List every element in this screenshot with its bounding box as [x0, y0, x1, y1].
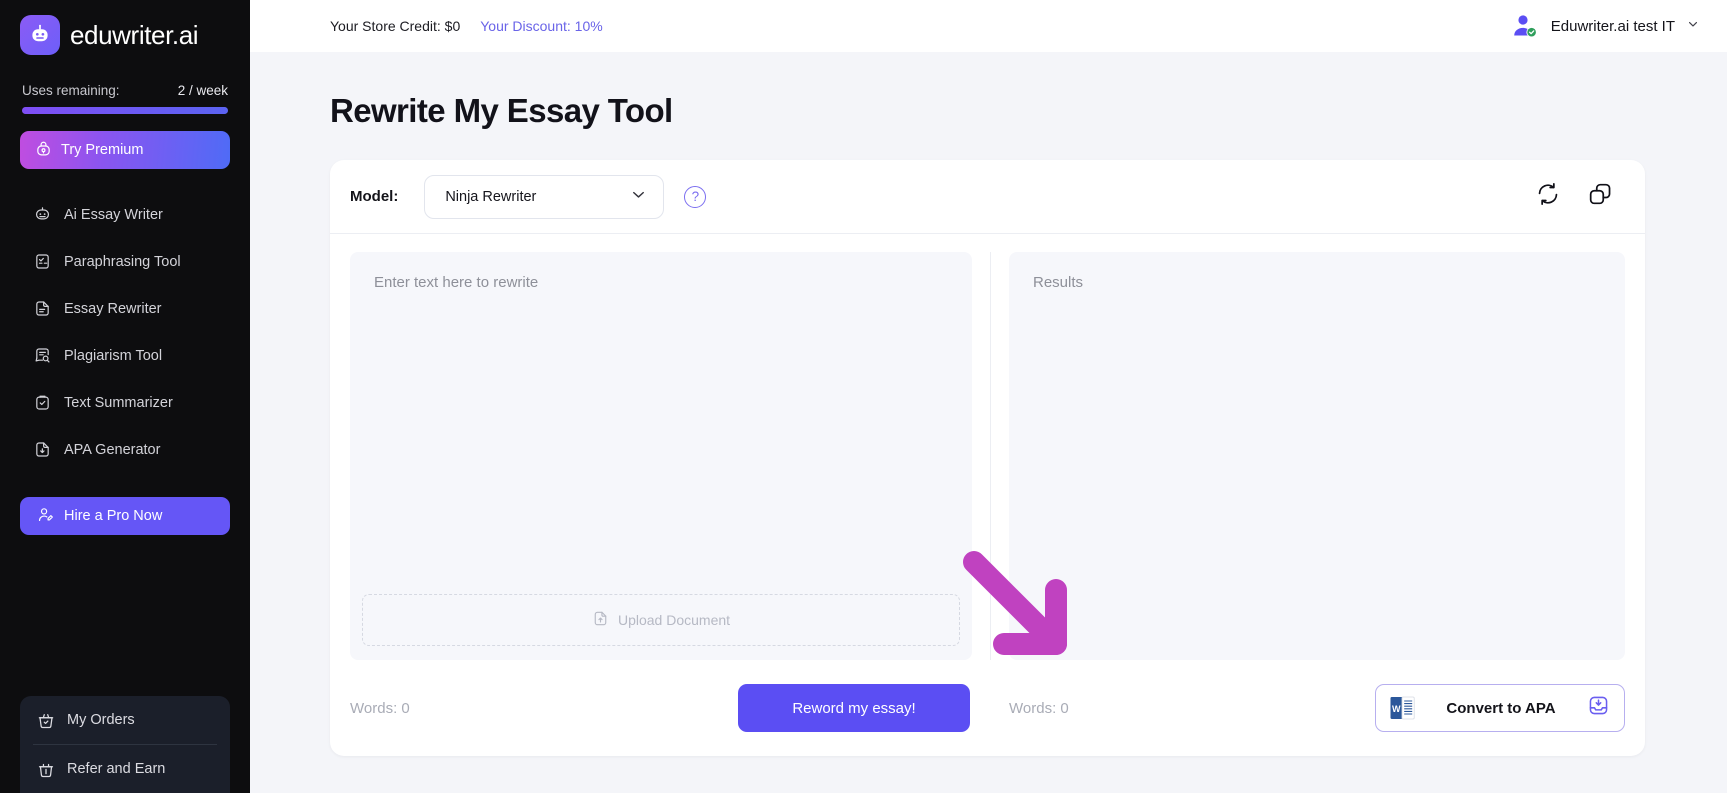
sidebar-item-label: My Orders — [67, 712, 135, 728]
uses-value: 2 / week — [177, 83, 228, 98]
uses-progress-bar — [22, 107, 228, 114]
hire-a-pro-button[interactable]: Hire a Pro Now — [20, 497, 230, 535]
document-lines-icon — [34, 300, 51, 317]
hire-a-pro-label: Hire a Pro Now — [64, 508, 163, 524]
sidebar-item-label: Text Summarizer — [64, 394, 173, 411]
rewrite-input-placeholder: Enter text here to rewrite — [374, 274, 539, 291]
chevron-down-icon — [630, 186, 647, 207]
try-premium-label: Try Premium — [61, 142, 144, 158]
input-pane: Enter text here to rewrite Upload Docume… — [350, 252, 972, 660]
upload-document-label: Upload Document — [617, 612, 731, 628]
results-pane: Results — [1009, 252, 1625, 660]
brand[interactable]: eduwriter.ai — [0, 0, 250, 55]
credit-group: Your Store Credit: $0 Your Discount: 10% — [330, 18, 603, 34]
document-download-icon — [34, 441, 51, 458]
file-upload-icon — [592, 610, 609, 630]
robot-icon — [34, 206, 51, 223]
tool-card-actions — [1535, 181, 1613, 212]
input-word-count: Words: 0 — [350, 699, 410, 717]
sidebar-item-apa-generator[interactable]: APA Generator — [0, 426, 250, 473]
download-box-icon — [1587, 694, 1610, 722]
sidebar-bottom-group: My Orders Refer and Earn — [20, 696, 230, 793]
results-output[interactable]: Results — [1009, 252, 1625, 660]
sidebar-nav: Ai Essay Writer Paraphrasing Tool Essay … — [0, 191, 250, 473]
topbar: Your Store Credit: $0 Your Discount: 10%… — [250, 0, 1727, 52]
copy-icon[interactable] — [1587, 181, 1613, 212]
svg-text:W: W — [1392, 704, 1401, 714]
brand-name: eduwriter.ai — [70, 19, 199, 50]
results-placeholder: Results — [1033, 274, 1084, 291]
sidebar-item-label: Refer and Earn — [67, 761, 166, 777]
sidebar-item-label: Essay Rewriter — [64, 300, 162, 317]
tool-card-header: Model: Ninja Rewriter ? — [330, 160, 1645, 234]
sidebar-item-label: Plagiarism Tool — [64, 347, 163, 364]
sidebar-item-text-summarizer[interactable]: Text Summarizer — [0, 379, 250, 426]
main-content: Your Store Credit: $0 Your Discount: 10%… — [250, 0, 1727, 793]
model-select-value: Ninja Rewriter — [445, 188, 537, 205]
model-label: Model: — [350, 188, 399, 205]
uses-remaining: Uses remaining: 2 / week — [0, 55, 250, 98]
refresh-icon[interactable] — [1535, 181, 1561, 212]
account-name: Eduwriter.ai test IT — [1550, 17, 1675, 35]
robot-icon — [20, 15, 60, 55]
reword-button[interactable]: Reword my essay! — [738, 684, 970, 732]
sidebar-item-my-orders[interactable]: My Orders — [20, 696, 230, 744]
model-select[interactable]: Ninja Rewriter — [424, 174, 665, 219]
document-search-icon — [34, 347, 51, 364]
tool-card-footer: Words: 0 Reword my essay! Words: 0 W Con… — [330, 660, 1645, 756]
discount-link[interactable]: Your Discount: 10% — [480, 18, 602, 34]
tool-card: Model: Ninja Rewriter ? Enter text here … — [330, 160, 1645, 756]
sidebar-item-paraphrasing-tool[interactable]: Paraphrasing Tool — [0, 238, 250, 285]
sidebar-item-label: Paraphrasing Tool — [64, 253, 181, 270]
help-icon[interactable]: ? — [684, 185, 707, 208]
app-root: eduwriter.ai Uses remaining: 2 / week Tr… — [0, 0, 1727, 793]
try-premium-button[interactable]: Try Premium — [20, 131, 230, 169]
input-footer: Words: 0 Reword my essay! — [350, 684, 972, 732]
sidebar-item-essay-rewriter[interactable]: Essay Rewriter — [0, 285, 250, 332]
clipboard-check-icon — [34, 394, 51, 411]
upload-document-dropzone[interactable]: Upload Document — [362, 594, 960, 646]
store-credit-text: Your Store Credit: $0 — [330, 18, 461, 34]
sidebar: eduwriter.ai Uses remaining: 2 / week Tr… — [0, 0, 250, 793]
sidebar-item-label: Ai Essay Writer — [64, 206, 163, 223]
uses-progress-fill — [22, 107, 228, 114]
lock-icon — [35, 140, 52, 161]
convert-to-apa-label: Convert to APA — [1446, 699, 1556, 717]
word-document-icon: W — [1390, 695, 1415, 721]
account-menu[interactable]: Eduwriter.ai test IT — [1509, 11, 1699, 41]
convert-to-apa-button[interactable]: W Convert to APA — [1375, 684, 1625, 732]
uses-label: Uses remaining: — [22, 83, 120, 98]
sidebar-item-ai-essay-writer[interactable]: Ai Essay Writer — [0, 191, 250, 238]
rewrite-input[interactable]: Enter text here to rewrite Upload Docume… — [350, 252, 972, 660]
user-edit-icon — [37, 506, 54, 527]
basket-gift-icon — [37, 761, 54, 778]
sidebar-item-plagiarism-tool[interactable]: Plagiarism Tool — [0, 332, 250, 379]
editor-panes: Enter text here to rewrite Upload Docume… — [330, 234, 1645, 660]
page-title: Rewrite My Essay Tool — [330, 92, 673, 129]
chevron-down-icon — [1687, 17, 1699, 35]
sidebar-item-refer-and-earn[interactable]: Refer and Earn — [20, 745, 230, 793]
sidebar-item-label: APA Generator — [64, 441, 161, 458]
document-check-icon — [34, 253, 51, 270]
output-word-count: Words: 0 — [1009, 699, 1069, 717]
results-footer: Words: 0 W Convert to APA — [1009, 684, 1625, 732]
user-verified-icon — [1509, 11, 1539, 41]
basket-check-icon — [37, 712, 54, 729]
pane-divider — [990, 252, 991, 660]
